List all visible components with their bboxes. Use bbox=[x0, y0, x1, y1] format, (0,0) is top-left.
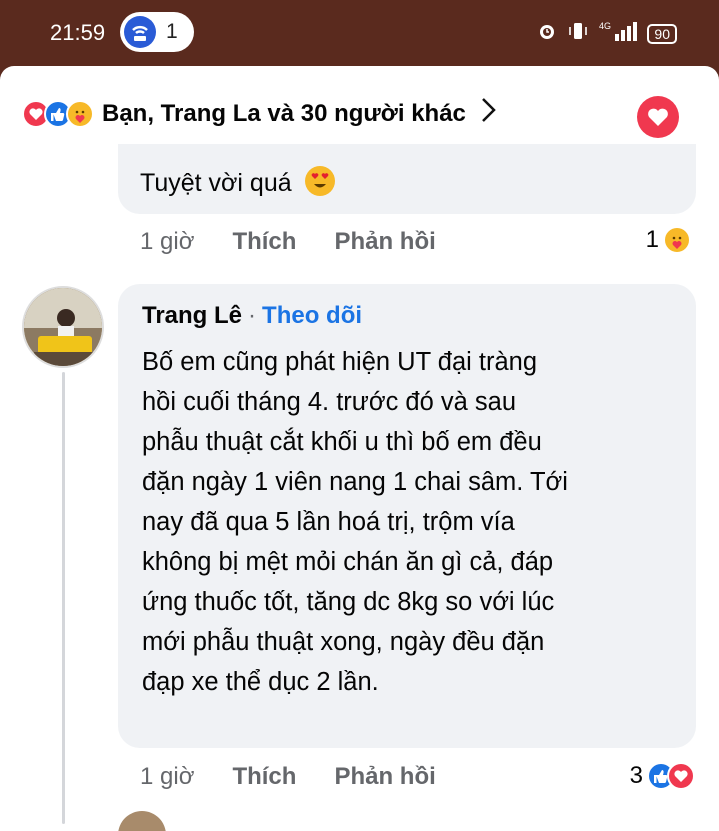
comment-line: Bố em cũng phát hiện UT đại tràng bbox=[142, 348, 538, 376]
like-link[interactable]: Thích bbox=[232, 763, 296, 791]
heart-eyes-emoji-icon bbox=[304, 166, 335, 196]
comment-text: Bố em cũng phát hiện UT đại tràng hồi cu… bbox=[142, 342, 682, 702]
hotspot-notification-pill[interactable]: 1 bbox=[120, 12, 194, 52]
reply-link[interactable]: Phản hồi bbox=[334, 763, 435, 791]
hotspot-icon bbox=[124, 16, 156, 48]
thread-line bbox=[62, 372, 65, 824]
comment-time: 1 giờ bbox=[140, 228, 195, 255]
chevron-right-icon bbox=[480, 95, 498, 133]
comment-line: phẫu thuật cắt khối u thì bố em đều bbox=[142, 428, 542, 456]
comment-actions: 1 giờ Thích Phản hồi bbox=[140, 763, 436, 791]
comment-line: mới phẫu thuật xong, ngày đều đặn bbox=[142, 628, 545, 656]
reactions-summary[interactable]: Bạn, Trang La và 30 người khác bbox=[22, 94, 498, 134]
comment-text: Tuyệt vời quá bbox=[140, 166, 335, 198]
love-react-button[interactable] bbox=[637, 96, 679, 138]
comment-line: đạp xe thể dục 2 lần. bbox=[142, 668, 379, 696]
reaction-count: 3 bbox=[629, 762, 643, 789]
comment-line: đặn ngày 1 viên nang 1 chai sâm. Tới bbox=[142, 468, 568, 496]
comment-actions: 1 giờ Thích Phản hồi bbox=[140, 228, 436, 256]
comment-time: 1 giờ bbox=[140, 763, 195, 790]
comment-bubble: Tuyệt vời quá bbox=[118, 144, 696, 214]
author-name[interactable]: Trang Lê bbox=[142, 302, 242, 329]
status-time: 21:59 bbox=[50, 20, 106, 45]
comment-line: không bị mệt mỏi chán ăn gì cả, đáp bbox=[142, 548, 554, 576]
comments-sheet: Bạn, Trang La và 30 người khác Tuyệt vời… bbox=[0, 66, 719, 831]
comment-reactions[interactable]: 1 bbox=[646, 226, 691, 254]
avatar[interactable] bbox=[118, 811, 166, 831]
like-link[interactable]: Thích bbox=[232, 228, 296, 256]
comment-line: ứng thuốc tốt, tăng dc 8kg so với lúc bbox=[142, 588, 555, 616]
avatar[interactable] bbox=[22, 286, 104, 368]
comment-bubble: Trang Lê · Theo dõi Bố em cũng phát hiện U… bbox=[118, 284, 696, 748]
separator-dot: · bbox=[248, 302, 257, 329]
alarm-icon bbox=[537, 21, 557, 46]
comment-author-row: Trang Lê · Theo dõi bbox=[142, 302, 362, 330]
notification-count: 1 bbox=[166, 20, 178, 43]
reply-link[interactable]: Phản hồi bbox=[334, 228, 435, 256]
care-icon bbox=[663, 226, 691, 254]
status-bar: 21:59 1 4G 90 bbox=[0, 0, 719, 66]
signal-icon: 4G bbox=[599, 20, 638, 47]
reactions-summary-text: Bạn, Trang La và 30 người khác bbox=[102, 100, 466, 127]
svg-text:4G: 4G bbox=[599, 21, 611, 31]
vibrate-icon bbox=[567, 21, 589, 46]
comment-line: nay đã qua 5 lần hoá trị, trộm vía bbox=[142, 508, 515, 536]
comment-reactions[interactable]: 3 bbox=[630, 762, 695, 790]
care-icon bbox=[66, 100, 94, 128]
love-icon bbox=[667, 762, 695, 790]
follow-link[interactable]: Theo dõi bbox=[262, 302, 362, 329]
reaction-count: 1 bbox=[645, 226, 659, 253]
comment-line: hồi cuối tháng 4. trước đó và sau bbox=[142, 388, 517, 416]
battery-indicator: 90 bbox=[647, 23, 677, 44]
